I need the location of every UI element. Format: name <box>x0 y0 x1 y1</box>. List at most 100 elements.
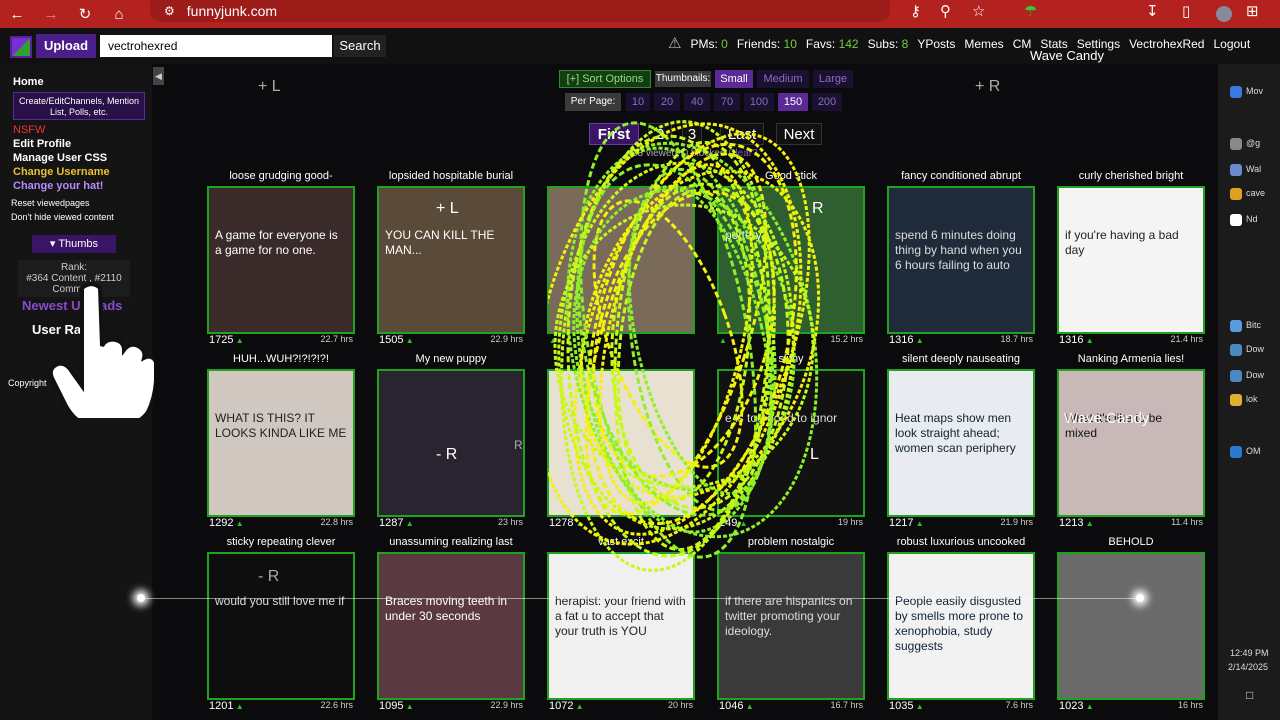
site-info-icon[interactable]: ⚙ <box>164 4 175 18</box>
dock-app-label[interactable]: Dow <box>1246 370 1264 380</box>
search-button[interactable]: Search <box>334 35 386 57</box>
thumbnail-card[interactable]: curly cherished bright if you're having a… <box>1057 170 1205 348</box>
zoom-icon[interactable]: ⚲ <box>940 2 951 20</box>
thumbnail-card[interactable]: HUH...WUH?!?!?!?! WHAT IS THIS? IT LOOKS … <box>207 353 355 531</box>
notifications-icon[interactable]: □ <box>1246 688 1253 702</box>
dock-app-label[interactable]: Dow <box>1246 344 1264 354</box>
thumbnail-caption: if there are hispanics on twitter promot… <box>725 594 853 638</box>
nav-pms[interactable]: PMs: 0 <box>690 37 727 52</box>
thumbnail-image[interactable]: Braces moving teeth in under 30 seconds <box>377 552 525 700</box>
dock-app-label[interactable]: lok <box>1246 394 1258 404</box>
thumbnail-card[interactable]: BEHOLD 1023 16 hrs <box>1057 536 1205 714</box>
create-channels-button[interactable]: Create/EditChannels, Mention List, Polls… <box>13 92 145 120</box>
thumbnail-title[interactable]: silent deeply nauseating <box>887 353 1035 367</box>
forward-icon[interactable]: → <box>34 6 68 23</box>
address-bar[interactable]: ⚙ funnyjunk.com <box>150 0 890 22</box>
upload-button[interactable]: Upload <box>36 34 96 58</box>
thumbnail-image[interactable]: WHAT IS THIS? IT LOOKS KINDA LIKE ME <box>207 369 355 517</box>
sidebar-manage-css[interactable]: Manage User CSS <box>13 152 107 164</box>
sidebar-edit-profile[interactable]: Edit Profile <box>13 138 71 150</box>
thumbs-toggle[interactable]: ▾ Thumbs <box>32 235 116 253</box>
thumbnail-card[interactable]: lopsided hospitable burial YOU CAN KILL T… <box>377 170 525 348</box>
dock-app-icon[interactable] <box>1230 86 1242 98</box>
thumbnail-title[interactable]: HUH...WUH?!?!?!?! <box>207 353 355 367</box>
dock-app-icon[interactable] <box>1230 214 1242 226</box>
sidebar-change-hat[interactable]: Change your hat! <box>13 180 103 192</box>
dock-app-label[interactable]: cave <box>1246 188 1265 198</box>
nav-memes[interactable]: Memes <box>964 37 1003 52</box>
sidebar-home[interactable]: Home <box>13 76 44 88</box>
nav-username[interactable]: VectrohexRed <box>1129 37 1204 52</box>
thumbnail-image[interactable]: spend 6 minutes doing thing by hand when… <box>887 186 1035 334</box>
sidebar-icon[interactable]: ▯ <box>1182 2 1190 20</box>
thumbnail-card[interactable]: unassuming realizing last Braces moving t… <box>377 536 525 714</box>
funnyjunk-logo[interactable] <box>10 36 32 58</box>
thumbnail-image[interactable]: would you still love me if <box>207 552 355 700</box>
nav-friends[interactable]: Friends: 10 <box>737 37 797 52</box>
dock-app-icon[interactable] <box>1230 344 1242 356</box>
thumbnail-card[interactable]: sticky repeating clever would you still l… <box>207 536 355 714</box>
sidebar-reset-viewed[interactable]: Reset viewedpages <box>11 198 90 208</box>
thumbnail-card[interactable]: Nanking Armenia lies! What it's like to b… <box>1057 353 1205 531</box>
thumbnail-title[interactable]: loose grudging good- <box>207 170 355 184</box>
sort-options-button[interactable]: [+] Sort Options <box>559 70 651 88</box>
thumbnail-title[interactable]: My new puppy <box>377 353 525 367</box>
thumbnail-card[interactable]: My new puppy 1287 23 hrs <box>377 353 525 531</box>
thumbnail-title[interactable]: curly cherished bright <box>1057 170 1205 184</box>
thumbnail-card[interactable]: silent deeply nauseating Heat maps show m… <box>887 353 1035 531</box>
windows-icon[interactable]: ⊞ <box>1246 2 1259 20</box>
nav-favs[interactable]: Favs: 142 <box>806 37 859 52</box>
nav-cm[interactable]: CM <box>1013 37 1032 52</box>
size-small[interactable]: Small <box>715 70 753 88</box>
dock-app-label[interactable]: OM <box>1246 446 1261 456</box>
key-icon[interactable]: ⚷ <box>910 2 921 20</box>
dock-app-icon[interactable] <box>1230 370 1242 382</box>
thumbnail-title[interactable]: sticky repeating clever <box>207 536 355 550</box>
dock-app-label[interactable]: Nd <box>1246 214 1258 224</box>
thumbnail-image[interactable]: People easily disgusted by smells more p… <box>887 552 1035 700</box>
thumbnail-image[interactable] <box>377 369 525 517</box>
size-medium[interactable]: Medium <box>757 70 809 88</box>
shield-icon[interactable]: ☂ <box>1024 2 1037 20</box>
dock-app-icon[interactable] <box>1230 164 1242 176</box>
reload-icon[interactable]: ↻ <box>68 5 102 23</box>
thumbnail-image[interactable] <box>1057 552 1205 700</box>
thumbnail-title[interactable]: unassuming realizing last <box>377 536 525 550</box>
thumbnail-card[interactable]: fancy conditioned abrupt spend 6 minutes … <box>887 170 1035 348</box>
star-icon[interactable]: ☆ <box>972 2 985 20</box>
thumbnail-card[interactable]: robust luxurious uncooked People easily d… <box>887 536 1035 714</box>
thumbnail-image[interactable]: Heat maps show men look straight ahead; … <box>887 369 1035 517</box>
nav-logout[interactable]: Logout <box>1213 37 1250 52</box>
dock-app-label[interactable]: Wal <box>1246 164 1261 174</box>
home-icon[interactable]: ⌂ <box>102 6 136 23</box>
thumbnail-image[interactable]: A game for everyone is a game for no one… <box>207 186 355 334</box>
thumbnail-title[interactable]: fancy conditioned abrupt <box>887 170 1035 184</box>
sidebar-change-username[interactable]: Change Username <box>13 166 110 178</box>
search-input[interactable] <box>100 35 332 57</box>
thumbnail-title[interactable]: BEHOLD <box>1057 536 1205 550</box>
size-large[interactable]: Large <box>813 70 853 88</box>
nav-yposts[interactable]: YPosts <box>917 37 955 52</box>
back-icon[interactable]: ← <box>0 6 34 23</box>
sidebar-dont-hide[interactable]: Don't hide viewed content <box>11 212 114 222</box>
dock-app-icon[interactable] <box>1230 138 1242 150</box>
dock-app-label[interactable]: Bitc <box>1246 320 1261 330</box>
sidebar-nsfw[interactable]: NSFW <box>13 124 45 136</box>
nav-subs[interactable]: Subs: 8 <box>868 37 909 52</box>
dock-app-icon[interactable] <box>1230 320 1242 332</box>
download-icon[interactable]: ↧ <box>1146 2 1159 20</box>
dock-app-icon[interactable] <box>1230 446 1242 458</box>
collapse-sidebar-button[interactable]: ◀ <box>153 67 164 85</box>
dock-app-label[interactable]: @g <box>1246 138 1260 148</box>
thumbnail-card[interactable]: loose grudging good- A game for everyone … <box>207 170 355 348</box>
dock-app-icon[interactable] <box>1230 394 1242 406</box>
thumbnail-image[interactable]: What it's like to be mixed <box>1057 369 1205 517</box>
dock-app-label[interactable]: Mov <box>1246 86 1263 96</box>
dock-app-icon[interactable] <box>1230 188 1242 200</box>
thumbnail-title[interactable]: robust luxurious uncooked <box>887 536 1035 550</box>
thumbnail-title[interactable]: lopsided hospitable burial <box>377 170 525 184</box>
avatar[interactable] <box>1216 6 1232 22</box>
thumbnail-image[interactable]: if you're having a bad day <box>1057 186 1205 334</box>
thumbnail-title[interactable]: Nanking Armenia lies! <box>1057 353 1205 367</box>
warning-icon[interactable]: ⚠ <box>668 34 681 52</box>
